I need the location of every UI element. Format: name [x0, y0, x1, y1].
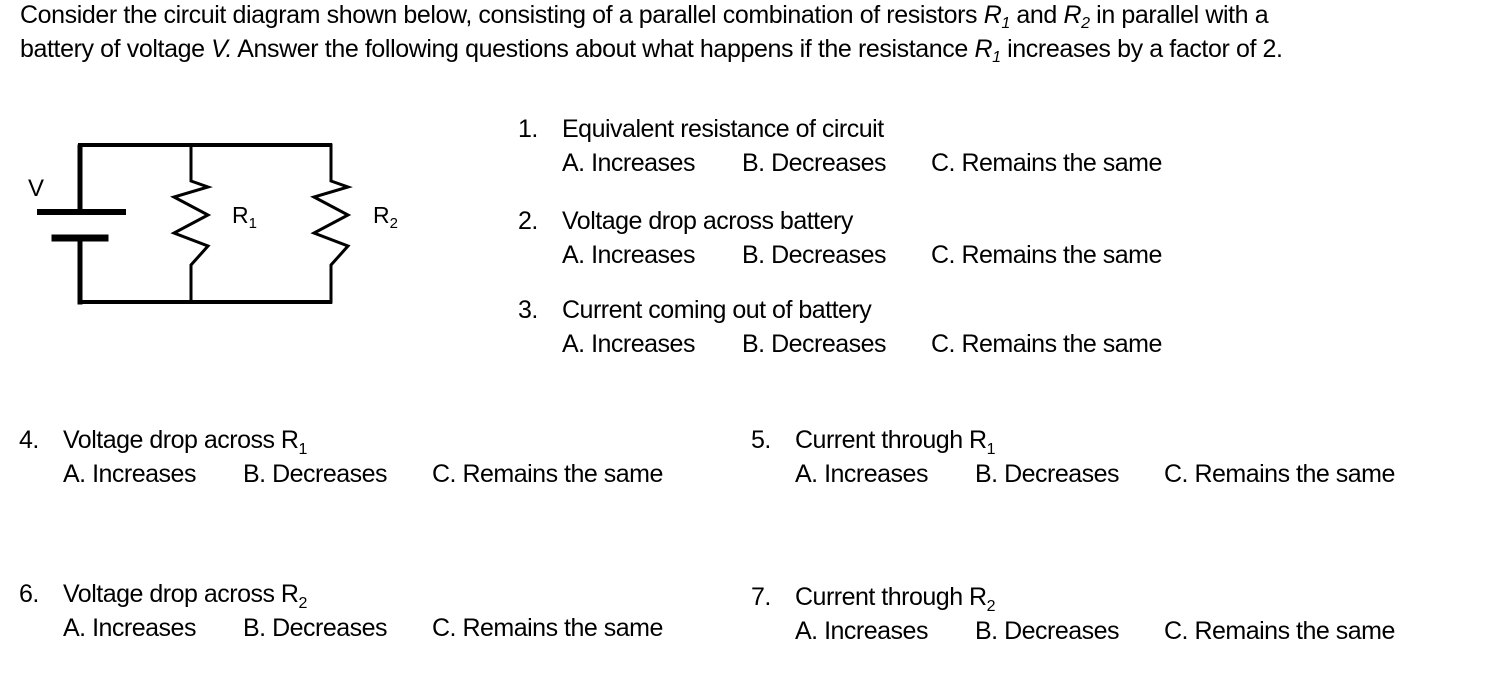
resistor-r2	[310, 143, 353, 304]
option-a[interactable]: A. Increases	[795, 614, 928, 648]
question-number: 7.	[751, 583, 771, 611]
question-title: Voltage drop across battery	[562, 207, 853, 235]
question-title: Current coming out of battery	[562, 296, 872, 324]
question-number: 5.	[751, 426, 771, 454]
resistor-r1	[170, 143, 213, 304]
voltage-symbol: V.	[211, 35, 233, 63]
option-c[interactable]: C. Remains the same	[1164, 457, 1395, 491]
question-title: Equivalent resistance of circuit	[562, 115, 884, 143]
option-c[interactable]: C. Remains the same	[931, 327, 1162, 361]
option-c[interactable]: C. Remains the same	[432, 611, 663, 645]
option-b[interactable]: B. Decreases	[742, 327, 887, 361]
question-title: Voltage drop across R1	[63, 426, 307, 458]
intro-text: battery of voltage	[20, 35, 212, 63]
question-number: 4.	[19, 426, 39, 454]
intro-text: in parallel with a	[1089, 1, 1269, 29]
question-title: Voltage drop across R2	[63, 580, 307, 612]
r1-symbol: R	[983, 1, 1002, 29]
option-b[interactable]: B. Decreases	[975, 614, 1120, 648]
question-title: Current through R1	[795, 426, 996, 458]
question-1: 1. Equivalent resistance of circuit A. In…	[518, 112, 1218, 180]
question-number: 3.	[518, 296, 538, 324]
option-a[interactable]: A. Increases	[63, 611, 196, 645]
option-a[interactable]: A. Increases	[562, 238, 695, 272]
r1-symbol: R	[974, 35, 993, 63]
question-number: 2.	[518, 207, 538, 235]
intro-text: Consider the circuit diagram shown below…	[20, 1, 984, 29]
option-c[interactable]: C. Remains the same	[931, 238, 1162, 272]
r1-subscript: 1	[992, 49, 1001, 66]
option-a[interactable]: A. Increases	[63, 457, 196, 491]
r1-label: R1	[232, 202, 257, 232]
battery-label: V	[28, 175, 44, 202]
option-c[interactable]: C. Remains the same	[1164, 614, 1395, 648]
question-4: 4. Voltage drop across R1 A. Increases B.…	[19, 423, 719, 491]
question-number: 1.	[518, 115, 538, 143]
r2-subscript: 2	[1081, 15, 1090, 32]
intro-text: increases by a factor of 2.	[1000, 35, 1283, 63]
option-c[interactable]: C. Remains the same	[931, 146, 1162, 180]
question-number: 6.	[19, 580, 39, 608]
option-b[interactable]: B. Decreases	[742, 238, 887, 272]
option-a[interactable]: A. Increases	[562, 327, 695, 361]
intro-text: and	[1009, 1, 1064, 29]
question-3: 3. Current coming out of battery A. Incre…	[518, 293, 1218, 361]
option-b[interactable]: B. Decreases	[975, 457, 1120, 491]
option-b[interactable]: B. Decreases	[243, 457, 388, 491]
problem-statement: Consider the circuit diagram shown below…	[20, 0, 1500, 66]
question-6: 6. Voltage drop across R2 A. Increases B.…	[19, 577, 719, 645]
r2-symbol: R	[1063, 1, 1082, 29]
option-a[interactable]: A. Increases	[795, 457, 928, 491]
option-b[interactable]: B. Decreases	[742, 146, 887, 180]
option-a[interactable]: A. Increases	[562, 146, 695, 180]
intro-text: Answer the following questions about wha…	[232, 35, 975, 63]
question-7: 7. Current through R2 A. Increases B. Dec…	[751, 580, 1451, 648]
question-2: 2. Voltage drop across battery A. Increas…	[518, 204, 1218, 272]
question-title: Current through R2	[795, 583, 996, 615]
circuit-diagram: V R1 R2	[28, 143, 398, 305]
option-c[interactable]: C. Remains the same	[432, 457, 663, 491]
question-5: 5. Current through R1 A. Increases B. Dec…	[751, 423, 1451, 491]
r1-subscript: 1	[1001, 15, 1010, 32]
r2-label: R2	[373, 202, 398, 232]
option-b[interactable]: B. Decreases	[243, 611, 388, 645]
